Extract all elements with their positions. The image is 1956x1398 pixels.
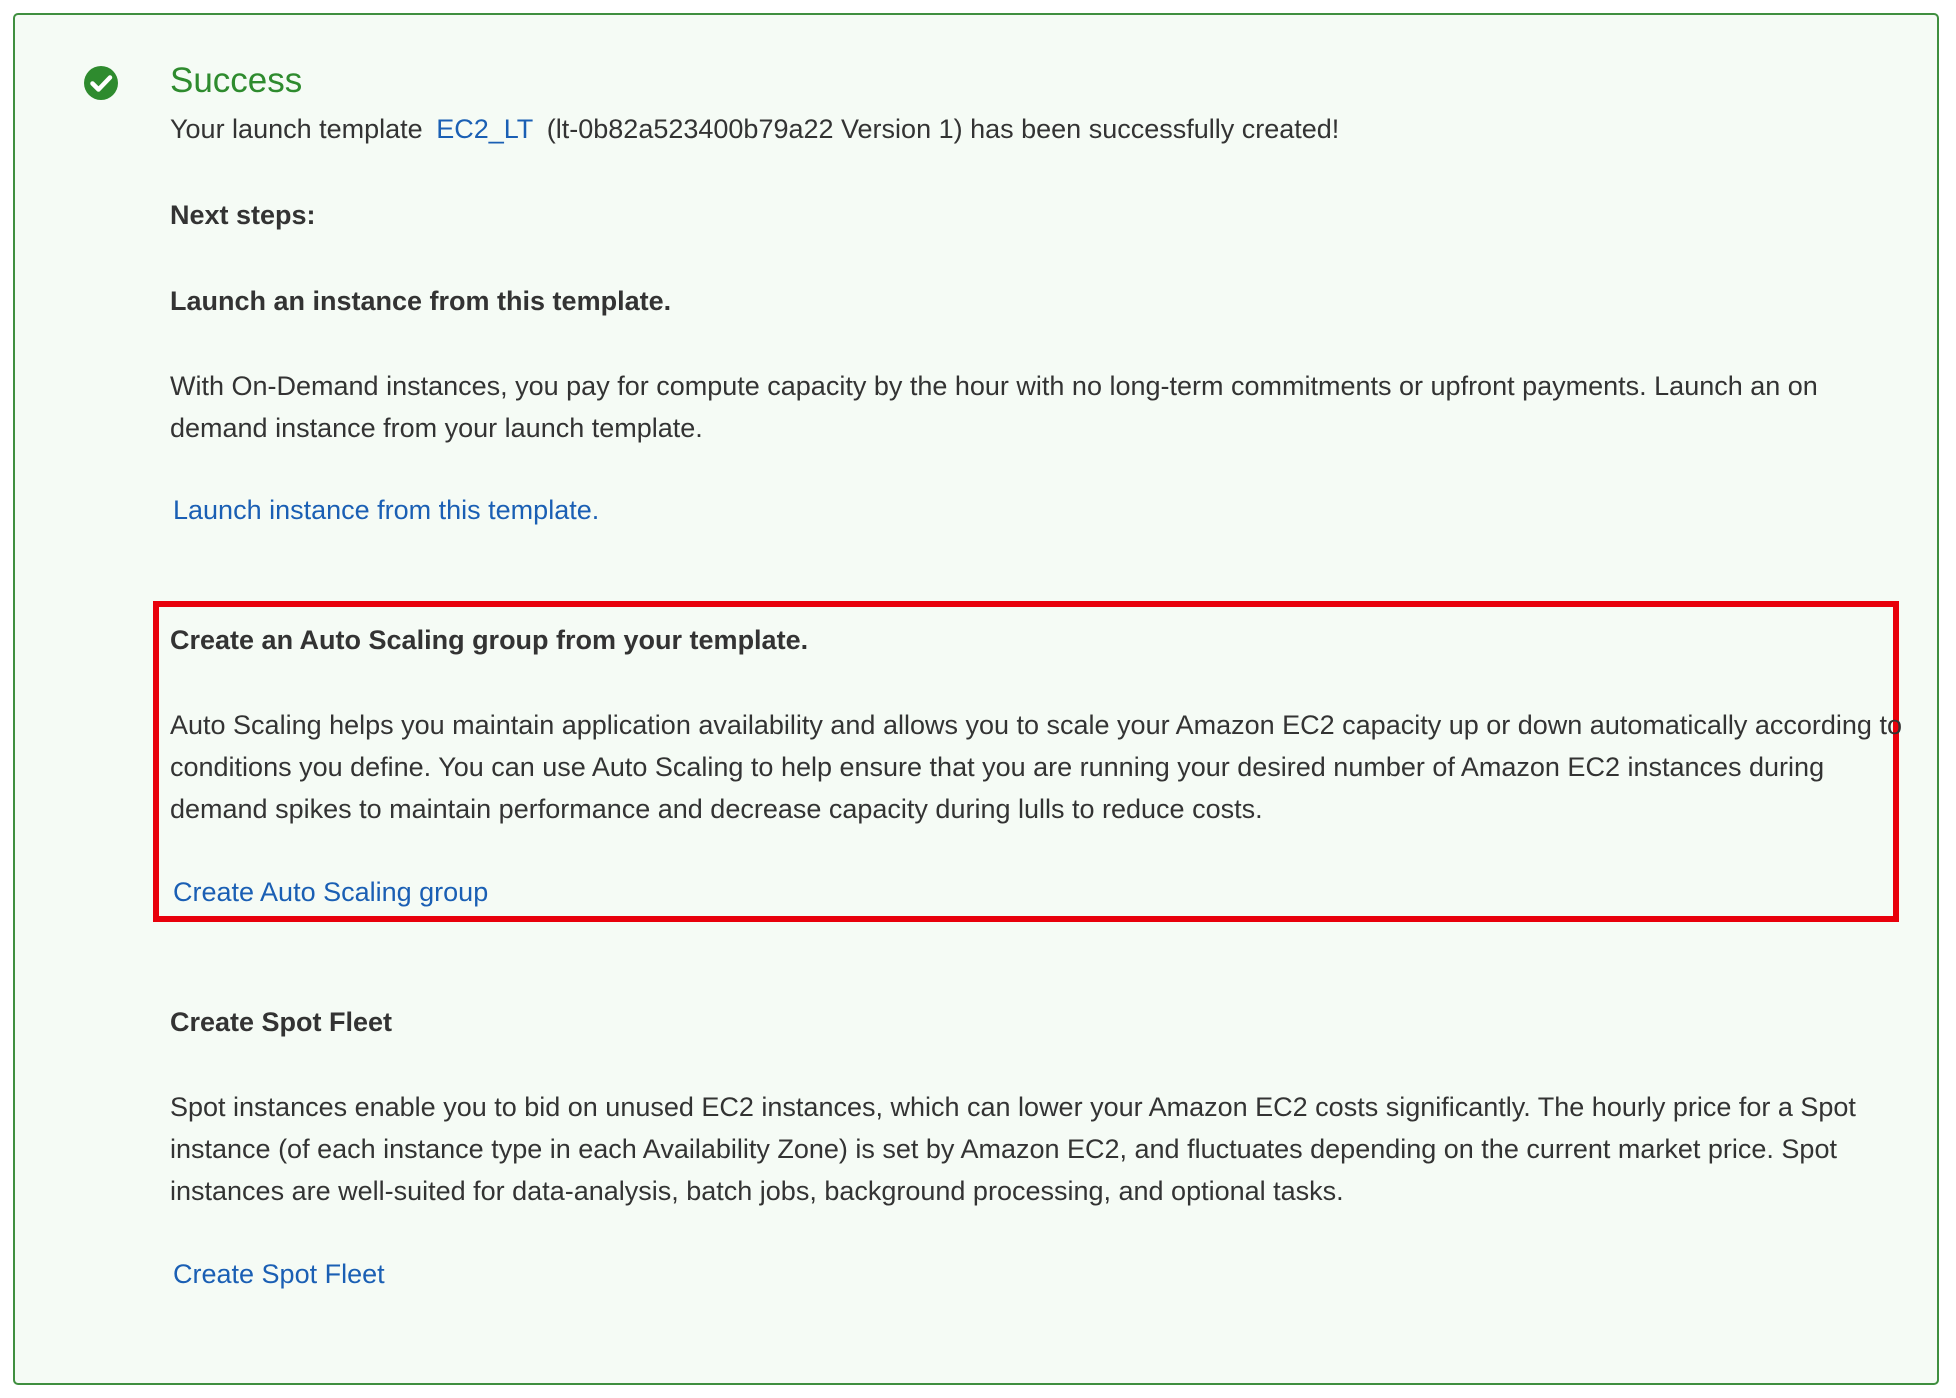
launch-instance-description: With On-Demand instances, you pay for co… bbox=[170, 371, 1818, 443]
spot-fleet-heading: Create Spot Fleet bbox=[170, 1007, 393, 1037]
alert-message: Your launch template EC2_LT (lt-0b82a523… bbox=[170, 109, 1339, 149]
message-suffix: (lt-0b82a523400b79a22 Version 1) has bee… bbox=[546, 114, 1340, 144]
launch-instance-heading: Launch an instance from this template. bbox=[170, 286, 672, 316]
launch-instance-link[interactable]: Launch instance from this template. bbox=[173, 490, 599, 530]
message-prefix: Your launch template bbox=[170, 114, 423, 144]
next-steps-label: Next steps: bbox=[170, 200, 316, 230]
create-auto-scaling-group-link[interactable]: Create Auto Scaling group bbox=[173, 872, 488, 912]
template-link[interactable]: EC2_LT bbox=[436, 114, 533, 144]
success-alert: Success Your launch template EC2_LT (lt-… bbox=[13, 13, 1939, 1385]
check-circle-icon bbox=[84, 66, 118, 100]
create-spot-fleet-link[interactable]: Create Spot Fleet bbox=[173, 1254, 385, 1294]
spot-fleet-description: Spot instances enable you to bid on unus… bbox=[170, 1092, 1856, 1206]
auto-scaling-description: Auto Scaling helps you maintain applicat… bbox=[170, 710, 1902, 824]
alert-title: Success bbox=[170, 61, 303, 100]
auto-scaling-heading: Create an Auto Scaling group from your t… bbox=[170, 625, 809, 655]
